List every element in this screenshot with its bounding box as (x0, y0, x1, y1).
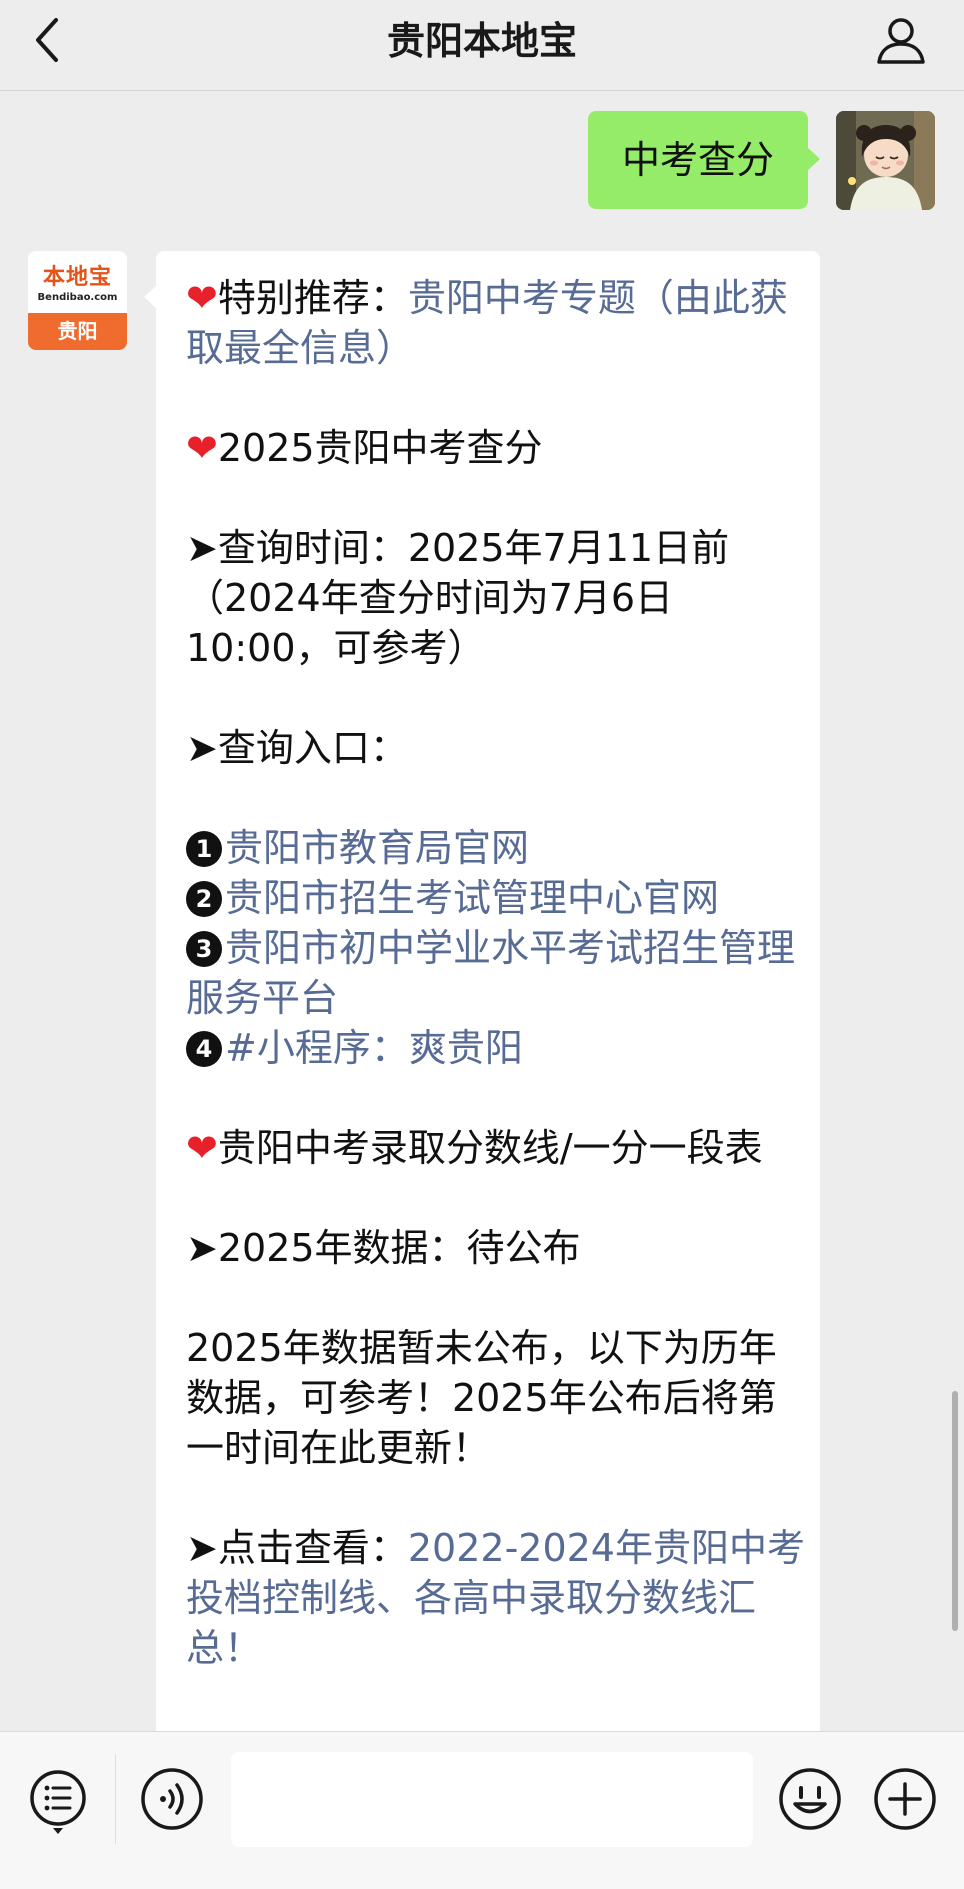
paragraph-query-time: ➤查询时间：2025年7月11日前（2024年查分时间为7月6日10:00，可参… (186, 523, 812, 673)
heart-icon: ❤ (186, 426, 218, 470)
number-1-icon: 1 (186, 831, 222, 867)
paragraph-heading-score: ❤2025贵阳中考查分 (186, 423, 812, 473)
logo-text: 本地宝 (42, 264, 112, 289)
paragraph-click-view: ➤点击查看：2022-2024年贵阳中考投档控制线、各高中录取分数线汇总！ (186, 1523, 812, 1673)
plus-button[interactable] (873, 1767, 937, 1831)
entry-list-item: 3 贵阳市初中学业水平考试招生管理服务平台 (186, 923, 812, 1023)
entry-link-exam-center[interactable]: 贵阳市招生考试管理中心官网 (225, 876, 719, 920)
voice-button[interactable] (140, 1767, 204, 1831)
click-view-label: 点击查看： (217, 1526, 408, 1570)
query-entry-label: 查询入口： (217, 726, 408, 770)
cutoff-heading: 贵阳中考录取分数线/一分一段表 (217, 1126, 763, 1170)
score-heading: 2025贵阳中考查分 (217, 426, 543, 470)
profile-button[interactable] (874, 14, 928, 68)
menu-button[interactable] (28, 1768, 88, 1836)
arrow-icon: ➤ (186, 726, 218, 770)
chat-title: 贵阳本地宝 (386, 19, 577, 63)
plus-icon (874, 1768, 936, 1830)
entry-list-item: 4 #小程序：爽贵阳 (186, 1023, 812, 1073)
arrow-icon: ➤ (186, 1526, 218, 1570)
entry-list-item: 2 贵阳市招生考试管理中心官网 (186, 873, 812, 923)
paragraph-special-recommend: ❤特别推荐：贵阳中考专题（由此获取最全信息） (186, 273, 812, 373)
paragraph-2025-data: ➤2025年数据：待公布 (186, 1223, 812, 1273)
arrow-icon: ➤ (186, 1226, 218, 1270)
number-4-icon: 4 (186, 1031, 222, 1067)
entry-link-service-platform[interactable]: 贵阳市初中学业水平考试招生管理服务平台 (186, 926, 795, 1020)
entry-link-mini-program[interactable]: #小程序：爽贵阳 (225, 1026, 523, 1070)
number-3-icon: 3 (186, 931, 222, 967)
voice-icon (141, 1768, 203, 1830)
number-2-icon: 2 (186, 881, 222, 917)
sender-avatar[interactable]: 本地宝 Bendibao.com 贵阳 (28, 251, 127, 350)
paragraph-notice: 2025年数据暂未公布，以下为历年数据，可参考！2025年公布后将第一时间在此更… (186, 1326, 777, 1470)
input-bar (0, 1731, 964, 1889)
logo-subtext: Bendibao.com (37, 292, 118, 303)
menu-list-icon (30, 1770, 86, 1834)
chat-scrollbar[interactable] (952, 1391, 958, 1631)
outgoing-message-bubble[interactable]: 中考查分 (588, 111, 820, 209)
heart-icon: ❤ (186, 1126, 218, 1170)
message-input[interactable] (231, 1752, 753, 1847)
divider (115, 1754, 116, 1844)
logo-city-label: 贵阳 (28, 313, 127, 350)
recommend-label: 特别推荐： (217, 276, 408, 320)
cartoon-girl-avatar (836, 111, 935, 210)
paragraph-cutoff-heading: ❤贵阳中考录取分数线/一分一段表 (186, 1123, 812, 1173)
entry-list-item: 1 贵阳市教育局官网 (186, 823, 812, 873)
bendibao-logo: 本地宝 Bendibao.com (28, 251, 127, 313)
query-time-text: 查询时间：2025年7月11日前（2024年查分时间为7月6日10:00，可参考… (186, 526, 730, 670)
article-text: ❤特别推荐：贵阳中考专题（由此获取最全信息） ❤2025贵阳中考查分 ➤查询时间… (186, 273, 812, 1673)
person-icon (877, 18, 925, 64)
emoji-button[interactable] (778, 1767, 842, 1831)
top-nav-bar: 贵阳本地宝 (0, 0, 964, 91)
emoji-icon (779, 1768, 841, 1830)
chat-area[interactable]: 中考查分 本地宝 Bendibao.com 贵阳 ❤特别推荐：贵阳中考专题（由此… (0, 91, 964, 1731)
paragraph-query-entry: ➤查询入口： (186, 723, 812, 773)
data-status-text: 2025年数据：待公布 (217, 1226, 581, 1270)
heart-icon: ❤ (186, 276, 218, 320)
arrow-icon: ➤ (186, 526, 218, 570)
user-avatar[interactable] (836, 111, 935, 210)
incoming-message-bubble[interactable]: ❤特别推荐：贵阳中考专题（由此获取最全信息） ❤2025贵阳中考查分 ➤查询时间… (144, 251, 820, 1731)
entry-link-education-bureau[interactable]: 贵阳市教育局官网 (225, 826, 529, 870)
